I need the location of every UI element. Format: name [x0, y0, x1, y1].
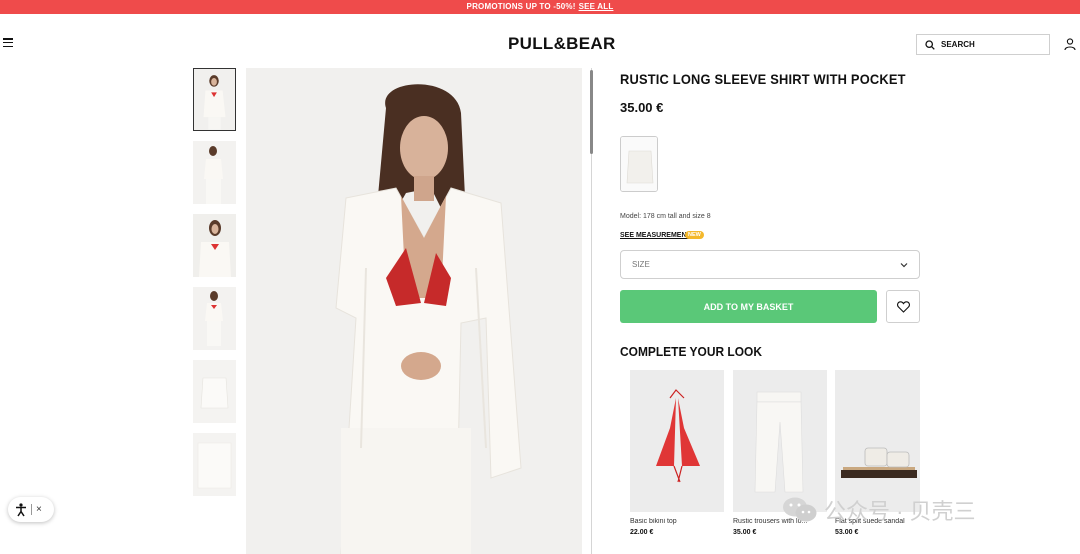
- search-input[interactable]: SEARCH: [916, 34, 1050, 55]
- look-item-price: 53.00 €: [835, 529, 859, 536]
- accessibility-icon[interactable]: [15, 502, 27, 517]
- divider: [31, 504, 32, 515]
- look-item-image: [630, 370, 724, 512]
- thumbnail-4[interactable]: [193, 287, 236, 350]
- complete-look-title: COMPLETE YOUR LOOK: [620, 344, 762, 359]
- add-to-basket-button[interactable]: ADD TO MY BASKET: [620, 290, 877, 323]
- thumbnail-1[interactable]: [193, 68, 236, 131]
- wishlist-button[interactable]: [886, 290, 920, 323]
- product-price: 35.00 €: [620, 100, 664, 115]
- look-item-price: 22.00 €: [630, 529, 654, 536]
- heart-icon: [896, 300, 910, 313]
- chevron-down-icon: [900, 262, 908, 267]
- size-placeholder: SIZE: [632, 260, 650, 269]
- thumbnail-3[interactable]: [193, 214, 236, 277]
- scrollbar[interactable]: [590, 70, 593, 154]
- site-header: PULL&BEAR SEARCH: [0, 14, 1080, 68]
- user-icon[interactable]: [1063, 37, 1077, 51]
- search-label: SEARCH: [941, 40, 975, 49]
- look-item-image: [733, 370, 827, 512]
- thumbnail-6[interactable]: [193, 433, 236, 496]
- promo-banner: PROMOTIONS UP TO -50%! SEE ALL: [0, 0, 1080, 14]
- thumbnail-5[interactable]: [193, 360, 236, 423]
- main-product-image[interactable]: [246, 68, 582, 554]
- thumbnail-2[interactable]: [193, 141, 236, 204]
- promo-see-all-link[interactable]: SEE ALL: [579, 2, 614, 11]
- new-badge: NEW: [685, 231, 704, 239]
- look-item-image: [835, 370, 920, 512]
- wechat-icon: [783, 497, 817, 522]
- brand-logo[interactable]: PULL&BEAR: [508, 34, 616, 54]
- product-title: RUSTIC LONG SLEEVE SHIRT WITH POCKET: [620, 71, 906, 87]
- close-icon[interactable]: ×: [36, 504, 42, 515]
- watermark-text: 公众号 · 贝壳三: [824, 499, 976, 524]
- accessibility-widget: ×: [8, 497, 54, 522]
- look-item-name: Basic bikini top: [630, 518, 677, 525]
- size-select[interactable]: SIZE: [620, 250, 920, 279]
- menu-icon[interactable]: [3, 38, 13, 47]
- watermark: 公众号 · 贝壳三: [782, 494, 976, 526]
- color-swatch-white[interactable]: [620, 136, 658, 192]
- look-item-bikini[interactable]: Basic bikini top 22.00 €: [630, 370, 724, 536]
- look-item-price: 35.00 €: [733, 529, 757, 536]
- search-icon: [925, 39, 935, 50]
- model-info: Model: 178 cm tall and size 8: [620, 213, 711, 220]
- promo-text: PROMOTIONS UP TO -50%!: [466, 2, 576, 11]
